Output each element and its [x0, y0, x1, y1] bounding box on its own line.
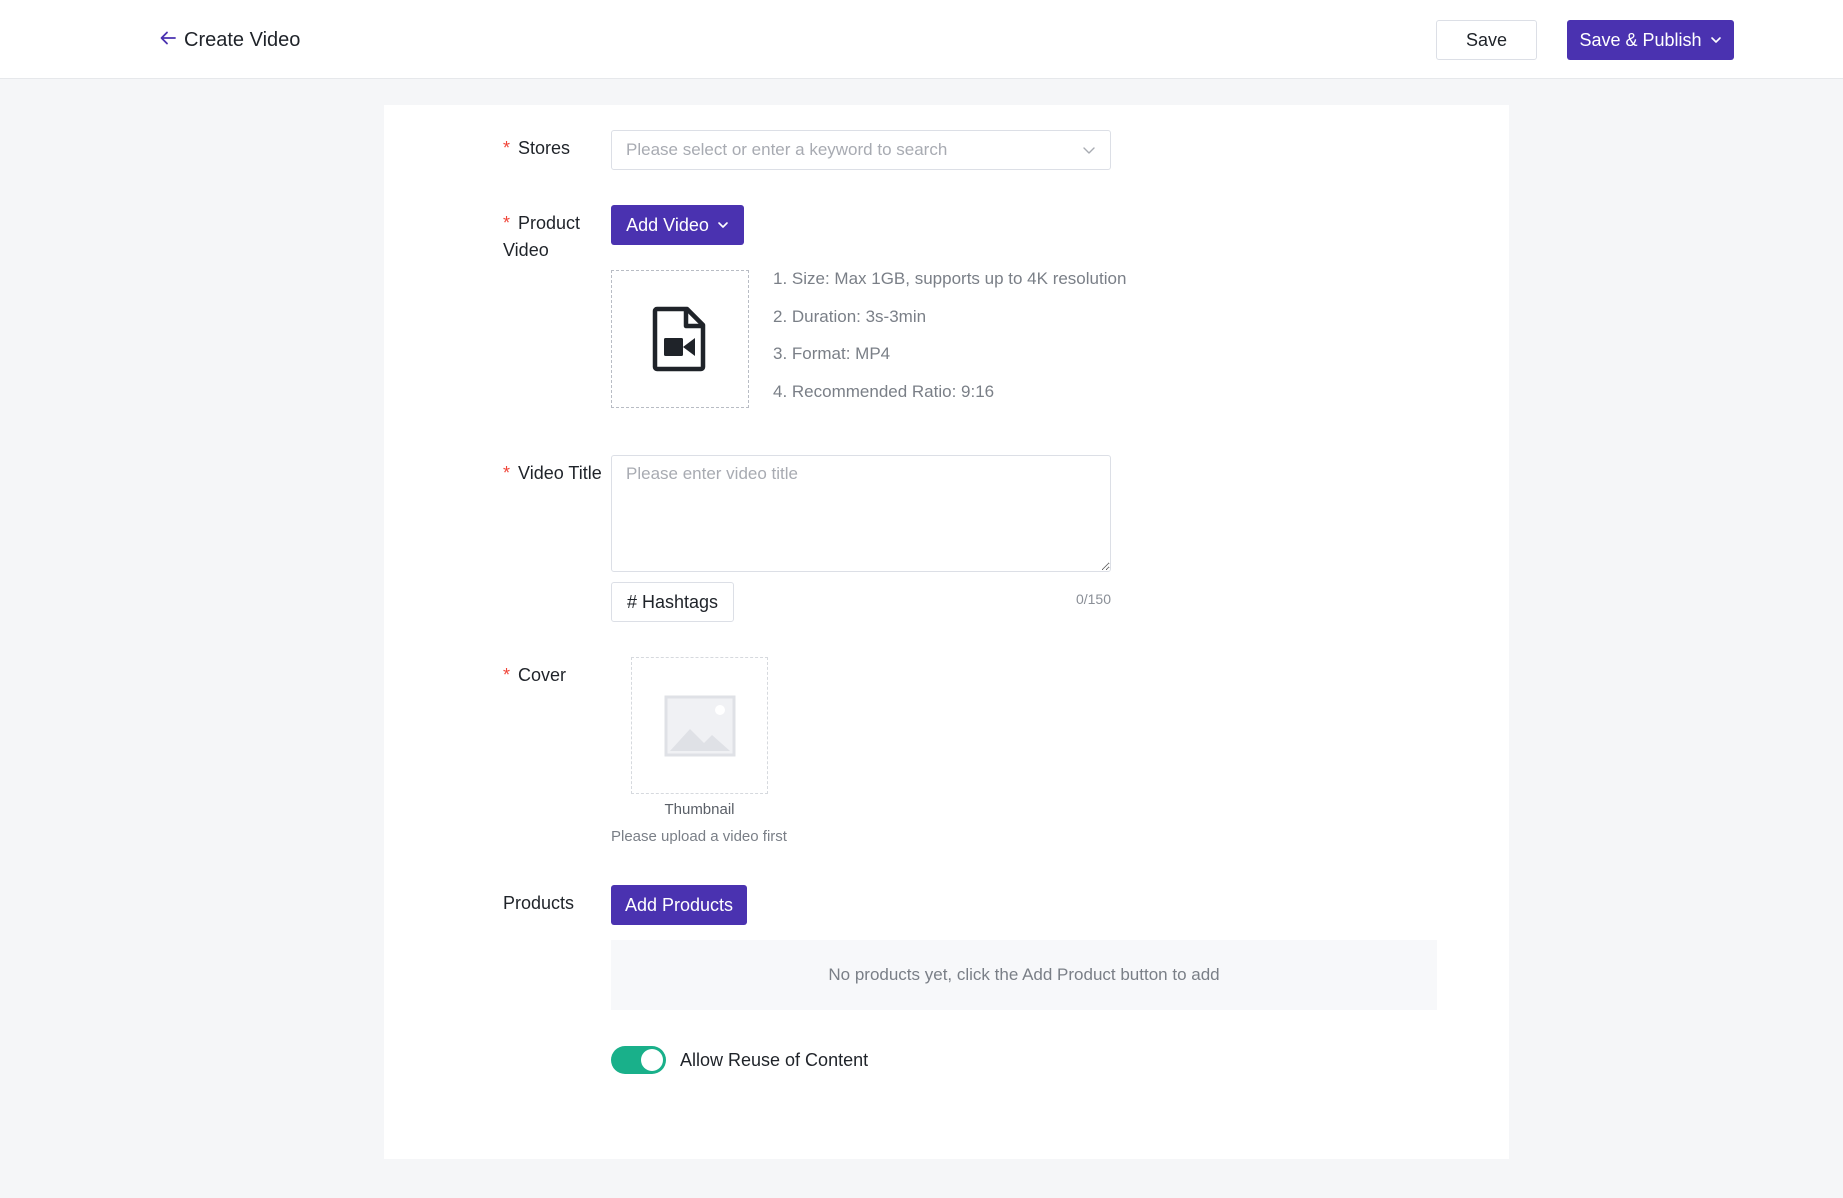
requirement-item: 3. Format: MP4 [773, 344, 891, 363]
products-empty-state: No products yet, click the Add Product b… [611, 940, 1437, 1010]
image-placeholder-icon [664, 695, 735, 756]
stores-label: * Stores [503, 138, 571, 158]
chevron-down-icon [1083, 147, 1095, 154]
video-title-label: * Video Title [503, 463, 602, 483]
video-title-input[interactable] [611, 455, 1111, 572]
video-upload-area[interactable] [611, 270, 749, 408]
hashtags-button[interactable]: # Hashtags [611, 582, 734, 622]
cover-label: * Cover [503, 665, 567, 685]
video-requirements-list: 1. Size: Max 1GB, supports up to 4K reso… [773, 266, 1126, 416]
stores-placeholder: Please select or enter a keyword to sear… [626, 140, 948, 159]
add-video-label: Add Video [626, 214, 709, 235]
chevron-down-icon [1710, 37, 1721, 43]
products-label: Products [503, 893, 575, 913]
requirement-item: 1. Size: Max 1GB, supports up to 4K reso… [773, 269, 1127, 288]
chevron-down-icon [718, 222, 728, 228]
arrow-left-icon [158, 28, 178, 53]
required-mark: * [503, 665, 511, 685]
title-char-counter: 0/150 [1075, 591, 1111, 607]
requirement-item: 4. Recommended Ratio: 9:16 [773, 381, 995, 401]
stores-select[interactable]: Please select or enter a keyword to sear… [611, 130, 1111, 170]
page-title: Create Video [184, 28, 301, 51]
allow-reuse-label: Allow Reuse of Content [680, 1050, 869, 1070]
required-mark: * [503, 463, 511, 483]
save-publish-label: Save & Publish [1579, 29, 1702, 50]
toggle-knob [641, 1049, 663, 1071]
save-publish-button[interactable]: Save & Publish [1567, 20, 1734, 60]
top-bar: Create Video Save Save & Publish [0, 0, 1843, 79]
video-file-icon [652, 306, 706, 372]
required-mark: * [503, 213, 511, 233]
thumbnail-label: Thumbnail [664, 801, 735, 818]
add-video-button[interactable]: Add Video [611, 205, 744, 245]
cover-hint: Please upload a video first [611, 828, 787, 845]
requirement-item: 2. Duration: 3s-3min [773, 306, 927, 326]
allow-reuse-toggle[interactable] [611, 1046, 666, 1074]
required-mark: * [503, 138, 511, 158]
save-button[interactable]: Save [1436, 20, 1537, 60]
cover-thumbnail-upload[interactable] [631, 657, 768, 794]
add-products-button[interactable]: Add Products [611, 885, 747, 925]
back-button[interactable]: Create Video [158, 25, 300, 55]
product-video-label: * Product [503, 213, 581, 233]
product-video-label-line2: Video [503, 240, 549, 260]
